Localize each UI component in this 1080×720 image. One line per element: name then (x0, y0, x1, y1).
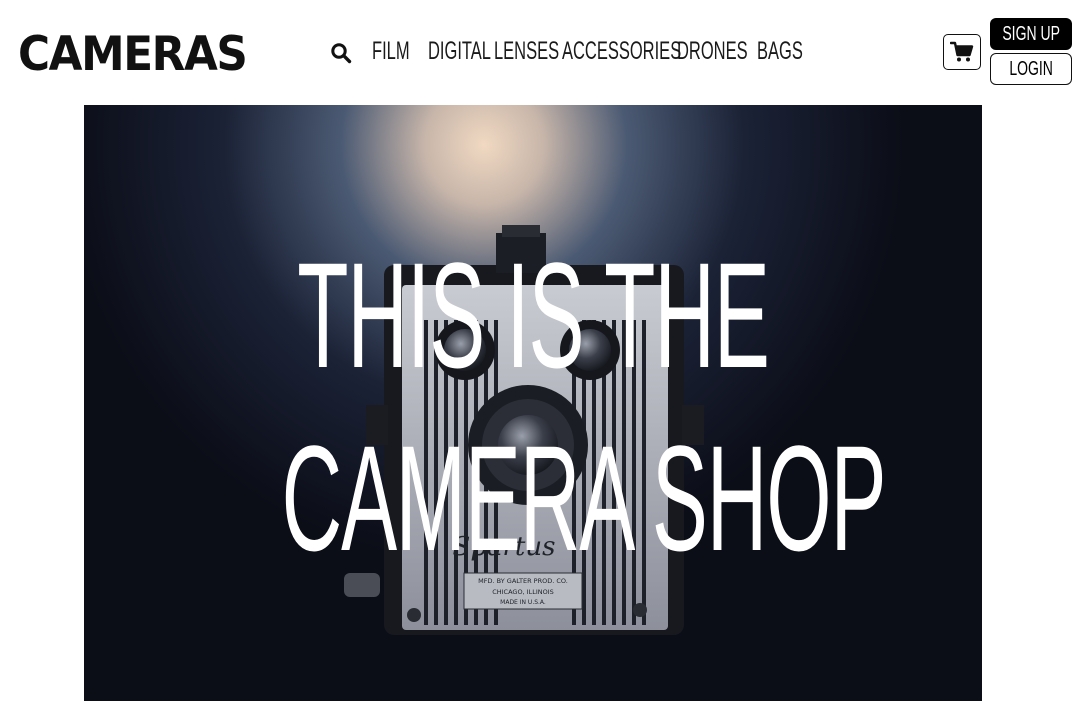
nav-film[interactable]: FILM (372, 35, 410, 67)
cart-icon (950, 41, 974, 62)
hero-banner: MFD. BY GALTER PROD. CO. CHICAGO, ILLINO… (84, 105, 982, 701)
site-logo[interactable]: CAMERAS (18, 27, 248, 83)
nav-bags[interactable]: BAGS (757, 35, 803, 67)
login-label: LOGIN (1009, 57, 1053, 80)
nav-digital[interactable]: DIGITAL (428, 35, 491, 67)
sign-up-label: SIGN UP (1002, 22, 1060, 45)
sign-up-button[interactable]: SIGN UP (990, 18, 1072, 50)
nav-lenses[interactable]: LENSES (494, 35, 559, 67)
hero-title-line-2: CAMERA SHOP (281, 414, 887, 582)
hero-title: THIS IS THE CAMERA SHOP (84, 105, 982, 701)
nav-drones[interactable]: DRONES (677, 35, 748, 67)
nav-accessories[interactable]: ACCESSORIES (562, 35, 681, 67)
page: CAMERAS FILM DIGITAL LENSES ACCESSORIES … (0, 0, 1080, 720)
search-icon[interactable] (330, 42, 352, 64)
hero-title-line-1: THIS IS THE (297, 231, 770, 399)
login-button[interactable]: LOGIN (990, 53, 1072, 85)
cart-button[interactable] (943, 34, 981, 70)
